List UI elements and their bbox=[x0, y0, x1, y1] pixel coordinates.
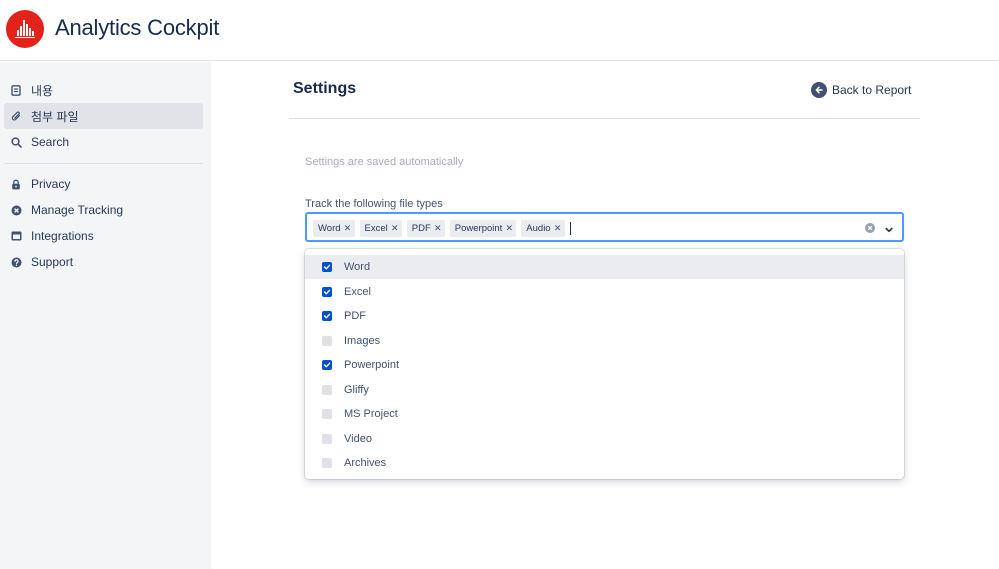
option-label: PDF bbox=[344, 310, 366, 322]
sidebar-item-label: Privacy bbox=[31, 177, 71, 191]
option-label: Powerpoint bbox=[344, 359, 400, 371]
selected-values: Word ✕ Excel ✕ PDF ✕ Powerpoint ✕ Audio … bbox=[313, 219, 571, 237]
arrow-left-circle-icon bbox=[811, 82, 827, 98]
sidebar-item-privacy[interactable]: Privacy bbox=[4, 171, 203, 197]
sidebar-item-contents[interactable]: 내용 bbox=[4, 77, 203, 103]
checkbox-checked-icon[interactable] bbox=[322, 360, 332, 370]
option-excel[interactable]: Excel bbox=[305, 280, 904, 304]
chip-word: Word ✕ bbox=[313, 219, 355, 237]
option-label: Gliffy bbox=[344, 384, 369, 396]
chevron-down-icon[interactable] bbox=[883, 222, 895, 233]
sidebar: 내용 첨부 파일 Search Privacy Manage Tracking … bbox=[0, 62, 211, 569]
option-label: Archives bbox=[344, 457, 387, 469]
lock-icon bbox=[10, 178, 22, 190]
chip-label: Excel bbox=[364, 222, 388, 234]
checkbox-unchecked-icon[interactable] bbox=[322, 336, 332, 346]
window-icon bbox=[10, 230, 22, 242]
checkbox-checked-icon[interactable] bbox=[322, 262, 332, 272]
question-circle-icon bbox=[10, 256, 22, 268]
checkbox-checked-icon[interactable] bbox=[322, 287, 332, 297]
remove-chip-icon[interactable]: ✕ bbox=[551, 220, 565, 237]
chip-audio: Audio ✕ bbox=[521, 219, 565, 237]
chip-label: Word bbox=[318, 222, 341, 234]
chip-powerpoint: Powerpoint ✕ bbox=[449, 219, 517, 237]
paperclip-icon bbox=[10, 110, 22, 122]
checkbox-unchecked-icon[interactable] bbox=[322, 385, 332, 395]
option-label: Excel bbox=[344, 286, 371, 298]
option-ms-project[interactable]: MS Project bbox=[305, 402, 904, 426]
option-word[interactable]: Word bbox=[305, 255, 904, 279]
sidebar-item-label: Integrations bbox=[31, 229, 94, 243]
chip-excel: Excel ✕ bbox=[359, 219, 402, 237]
autosave-note: Settings are saved automatically bbox=[305, 156, 464, 168]
option-gliffy[interactable]: Gliffy bbox=[305, 378, 904, 402]
option-label: MS Project bbox=[344, 408, 398, 420]
title-divider bbox=[289, 118, 920, 119]
search-icon bbox=[10, 136, 22, 148]
chip-pdf: PDF ✕ bbox=[406, 219, 445, 237]
option-video[interactable]: Video bbox=[305, 427, 904, 451]
sidebar-item-attachments[interactable]: 첨부 파일 bbox=[4, 103, 203, 129]
sidebar-item-label: Search bbox=[31, 135, 70, 149]
back-to-report-button[interactable]: Back to Report bbox=[811, 81, 911, 99]
sidebar-item-label: 내용 bbox=[31, 83, 54, 98]
back-to-report-label: Back to Report bbox=[832, 83, 912, 97]
option-images[interactable]: Images bbox=[305, 329, 904, 353]
remove-chip-icon[interactable]: ✕ bbox=[388, 220, 402, 237]
checkbox-checked-icon[interactable] bbox=[322, 311, 332, 321]
app-header: Analytics Cockpit bbox=[0, 0, 999, 61]
page-title: Settings bbox=[293, 80, 357, 97]
option-label: Video bbox=[344, 433, 372, 445]
file-types-dropdown-menu: Word Excel PDF Images Powerpoint Gliffy … bbox=[305, 249, 904, 479]
checkbox-unchecked-icon[interactable] bbox=[322, 434, 332, 444]
checkbox-unchecked-icon[interactable] bbox=[322, 409, 332, 419]
remove-chip-icon[interactable]: ✕ bbox=[502, 220, 516, 237]
file-types-multiselect[interactable]: Word ✕ Excel ✕ PDF ✕ Powerpoint ✕ Audio … bbox=[305, 212, 904, 242]
option-pdf[interactable]: PDF bbox=[305, 304, 904, 328]
sidebar-item-search[interactable]: Search bbox=[4, 129, 203, 155]
chip-label: PDF bbox=[411, 222, 431, 234]
option-powerpoint[interactable]: Powerpoint bbox=[305, 353, 904, 377]
app-title: Analytics Cockpit bbox=[55, 15, 220, 40]
remove-chip-icon[interactable]: ✕ bbox=[431, 220, 445, 237]
sidebar-item-manage-tracking[interactable]: Manage Tracking bbox=[4, 197, 203, 223]
chip-label: Audio bbox=[526, 222, 551, 234]
page-icon bbox=[10, 84, 22, 96]
option-label: Word bbox=[344, 261, 371, 273]
sidebar-item-label: Manage Tracking bbox=[31, 203, 124, 217]
checkbox-unchecked-icon[interactable] bbox=[322, 458, 332, 468]
app-logo-icon bbox=[6, 10, 44, 48]
option-label: Images bbox=[344, 335, 381, 347]
remove-chip-icon[interactable]: ✕ bbox=[341, 220, 355, 237]
clear-all-icon[interactable] bbox=[864, 221, 876, 233]
file-types-label: Track the following file types bbox=[305, 198, 443, 210]
option-archives[interactable]: Archives bbox=[305, 451, 904, 475]
sidebar-item-label: Support bbox=[31, 255, 74, 269]
sidebar-item-label: 첨부 파일 bbox=[31, 109, 79, 124]
sidebar-item-support[interactable]: Support bbox=[4, 249, 203, 275]
text-cursor[interactable] bbox=[569, 221, 571, 235]
sidebar-item-integrations[interactable]: Integrations bbox=[4, 223, 203, 249]
chip-label: Powerpoint bbox=[454, 222, 503, 234]
cross-circle-icon bbox=[10, 204, 22, 216]
sidebar-divider bbox=[4, 163, 203, 164]
